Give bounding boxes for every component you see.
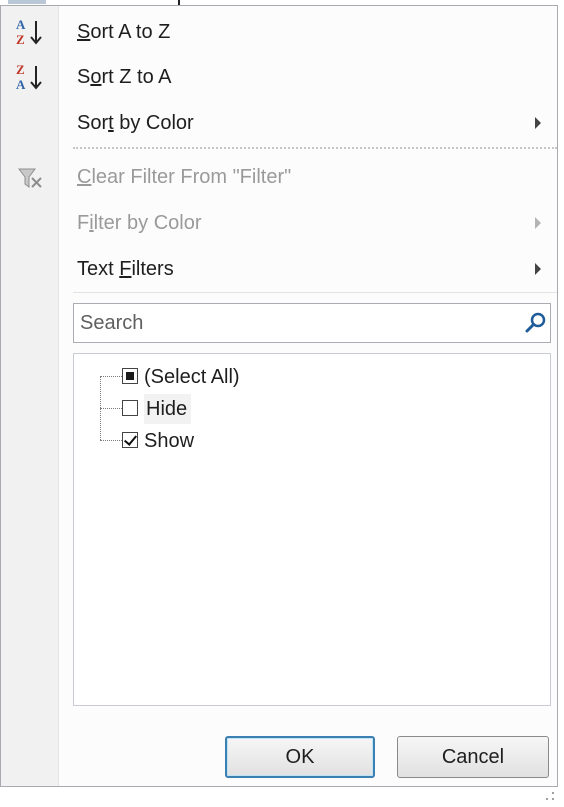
- hide-checkbox[interactable]: [122, 400, 138, 416]
- menu-separator: [73, 147, 557, 149]
- filter-values-list[interactable]: (Select All) Hide Show: [73, 353, 551, 706]
- sort-a-to-z-label: Sort A to Z: [77, 21, 171, 43]
- filter-by-color-label: Filter by Color: [77, 212, 202, 234]
- svg-text:A: A: [16, 77, 26, 92]
- sort-ascending-icon: A Z: [16, 17, 42, 47]
- submenu-arrow-icon: [535, 263, 541, 275]
- sort-by-color-label: Sort by Color: [77, 112, 194, 134]
- submenu-arrow-icon: [535, 117, 541, 129]
- cancel-button[interactable]: Cancel: [397, 736, 549, 778]
- menu-item-sort-by-color[interactable]: Sort by Color: [1, 103, 557, 143]
- tree-connector: [100, 408, 122, 409]
- text-filters-label: Text Filters: [77, 258, 174, 280]
- svg-text:A: A: [16, 17, 26, 32]
- svg-text:Z: Z: [16, 62, 25, 77]
- show-checkbox[interactable]: [122, 432, 138, 448]
- resize-grip-icon[interactable]: [540, 790, 558, 804]
- menu-item-text-filters[interactable]: Text Filters: [1, 249, 557, 289]
- select-all-checkbox[interactable]: [122, 368, 138, 384]
- menu-item-filter-by-color[interactable]: Filter by Color: [1, 203, 557, 243]
- tree-connector: [100, 376, 122, 377]
- menu-separator: [73, 292, 557, 293]
- sort-descending-icon: Z A: [16, 62, 42, 92]
- menu-item-sort-a-to-z[interactable]: A Z Sort A to Z: [1, 12, 557, 52]
- filter-dropdown-tab: [8, 0, 46, 4]
- ok-button[interactable]: OK: [225, 736, 375, 778]
- clear-filter-icon: [18, 168, 42, 188]
- autofilter-menu: A Z Sort A to Z Z A Sort Z to A Sort by …: [0, 5, 558, 787]
- list-item-label: (Select All): [144, 366, 240, 388]
- tree-connector: [100, 440, 122, 441]
- list-item-label: Show: [144, 430, 195, 452]
- search-input[interactable]: [74, 304, 500, 342]
- search-box[interactable]: [73, 303, 551, 343]
- list-item-label: Hide: [144, 394, 192, 424]
- menu-item-sort-z-to-a[interactable]: Z A Sort Z to A: [1, 57, 557, 97]
- svg-text:Z: Z: [16, 32, 25, 47]
- clear-filter-label: Clear Filter From "Filter": [77, 166, 292, 188]
- sort-z-to-a-label: Sort Z to A: [77, 66, 172, 88]
- menu-item-clear-filter[interactable]: Clear Filter From "Filter": [1, 157, 557, 197]
- submenu-arrow-icon: [535, 217, 541, 229]
- search-icon[interactable]: [524, 311, 548, 335]
